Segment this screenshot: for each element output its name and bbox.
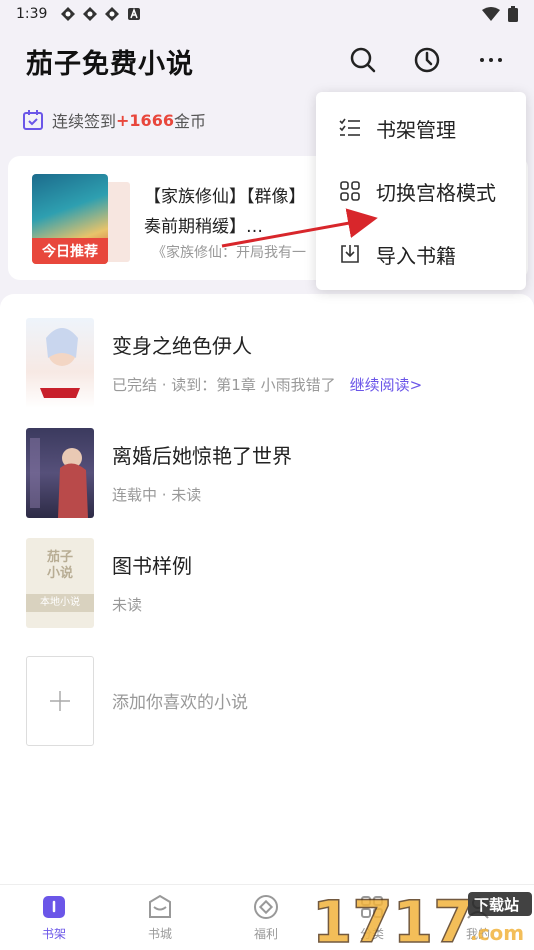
- continue-reading-link[interactable]: 继续阅读>: [350, 376, 423, 394]
- bookstore-icon: [149, 894, 171, 918]
- tab-bookshelf[interactable]: 书架: [24, 893, 84, 942]
- tab-label: 福利: [253, 927, 278, 941]
- import-icon: [341, 245, 359, 263]
- plus-icon: [50, 691, 70, 711]
- book-title: 变身之绝色伊人: [112, 334, 252, 358]
- tab-label: 书城: [147, 927, 172, 941]
- book-cover: [26, 428, 94, 518]
- cover-band: 本地小说: [26, 594, 94, 612]
- grid-icon: [340, 181, 360, 201]
- menu-item-import[interactable]: 导入书籍: [316, 222, 526, 286]
- book-cover: [26, 318, 94, 408]
- book-title: 离婚后她惊艳了世界: [112, 444, 292, 468]
- bookshelf-icon: [43, 896, 65, 918]
- history-icon[interactable]: [412, 45, 442, 75]
- cover-label-mid: 小说: [46, 566, 73, 581]
- signin-banner[interactable]: 连续签到 +1666 金币: [22, 108, 206, 132]
- recommend-subtitle: 《家族修仙：开局我有一: [152, 245, 306, 261]
- site-watermark: 1717 下载站 .com: [311, 887, 532, 950]
- add-book-label[interactable]: 添加你喜欢的小说: [112, 688, 248, 713]
- search-icon[interactable]: [348, 45, 378, 75]
- svg-text:下载站: 下载站: [474, 896, 519, 914]
- menu-item-label: 书架管理: [376, 117, 456, 142]
- signin-prefix: 连续签到: [52, 112, 117, 131]
- status-time: 1:39: [16, 6, 48, 22]
- menu-item-grid-mode[interactable]: 切换宫格模式: [316, 159, 526, 223]
- more-icon[interactable]: [476, 45, 506, 75]
- app-header: 茄子免费小说: [0, 28, 534, 100]
- tab-welfare[interactable]: 福利: [236, 893, 296, 942]
- bookshelf-list: 变身之绝色伊人 已完结 · 读到：第1章 小雨我错了 继续阅读> 离婚后她惊艳了世…: [0, 294, 534, 884]
- list-item[interactable]: 变身之绝色伊人 已完结 · 读到：第1章 小雨我错了 继续阅读>: [26, 318, 526, 410]
- book-meta: 未读: [112, 596, 143, 614]
- book-title: 图书样例: [112, 554, 192, 578]
- signin-suffix: 金币: [173, 112, 206, 131]
- tab-label: 书架: [41, 927, 66, 941]
- battery-icon: [508, 6, 518, 22]
- cover-art: [40, 328, 80, 398]
- cover-label: 茄子 小说: [26, 550, 94, 582]
- menu-item-label: 切换宫格模式: [376, 180, 496, 205]
- book-meta: 连载中 · 未读: [112, 486, 202, 504]
- cover-label-top: 茄子: [46, 550, 73, 565]
- notification-icon: [105, 7, 120, 21]
- cover-art: [30, 438, 88, 518]
- list-item[interactable]: 离婚后她惊艳了世界 连载中 · 未读: [26, 428, 526, 520]
- welfare-icon: [254, 895, 278, 919]
- tab-bookstore[interactable]: 书城: [130, 893, 190, 942]
- svg-text:1717: 1717: [312, 888, 473, 950]
- book-meta: 已完结 · 读到：第1章 小雨我错了 继续阅读>: [112, 374, 422, 395]
- book-cover: 茄子 小说 本地小说: [26, 538, 94, 628]
- menu-item-bookshelf-manage[interactable]: 书架管理: [316, 96, 526, 160]
- app-notification-icon: [128, 7, 141, 20]
- status-bar: 1:39: [0, 0, 534, 28]
- notification-icon: [61, 7, 76, 21]
- calendar-check-icon: [23, 110, 43, 130]
- recommend-text: 【家族修仙】【群像】 奏前期稍缓】…: [144, 187, 306, 237]
- recommend-badge: 今日推荐: [32, 238, 108, 264]
- notification-icon: [83, 7, 98, 21]
- wifi-icon: [482, 7, 500, 21]
- add-book-button[interactable]: [26, 656, 94, 746]
- menu-item-label: 导入书籍: [376, 243, 456, 268]
- signin-coins: +1666: [116, 110, 174, 130]
- list-item[interactable]: 茄子 小说 本地小说 图书样例 未读: [26, 538, 526, 630]
- svg-text:.com: .com: [470, 921, 524, 945]
- list-check-icon: [339, 118, 360, 136]
- overflow-menu: 书架管理 切换宫格模式 导入书籍: [316, 92, 526, 290]
- book-status: 已完结 · 读到：第1章 小雨我错了: [112, 376, 336, 394]
- page-title: 茄子免费小说: [26, 49, 194, 80]
